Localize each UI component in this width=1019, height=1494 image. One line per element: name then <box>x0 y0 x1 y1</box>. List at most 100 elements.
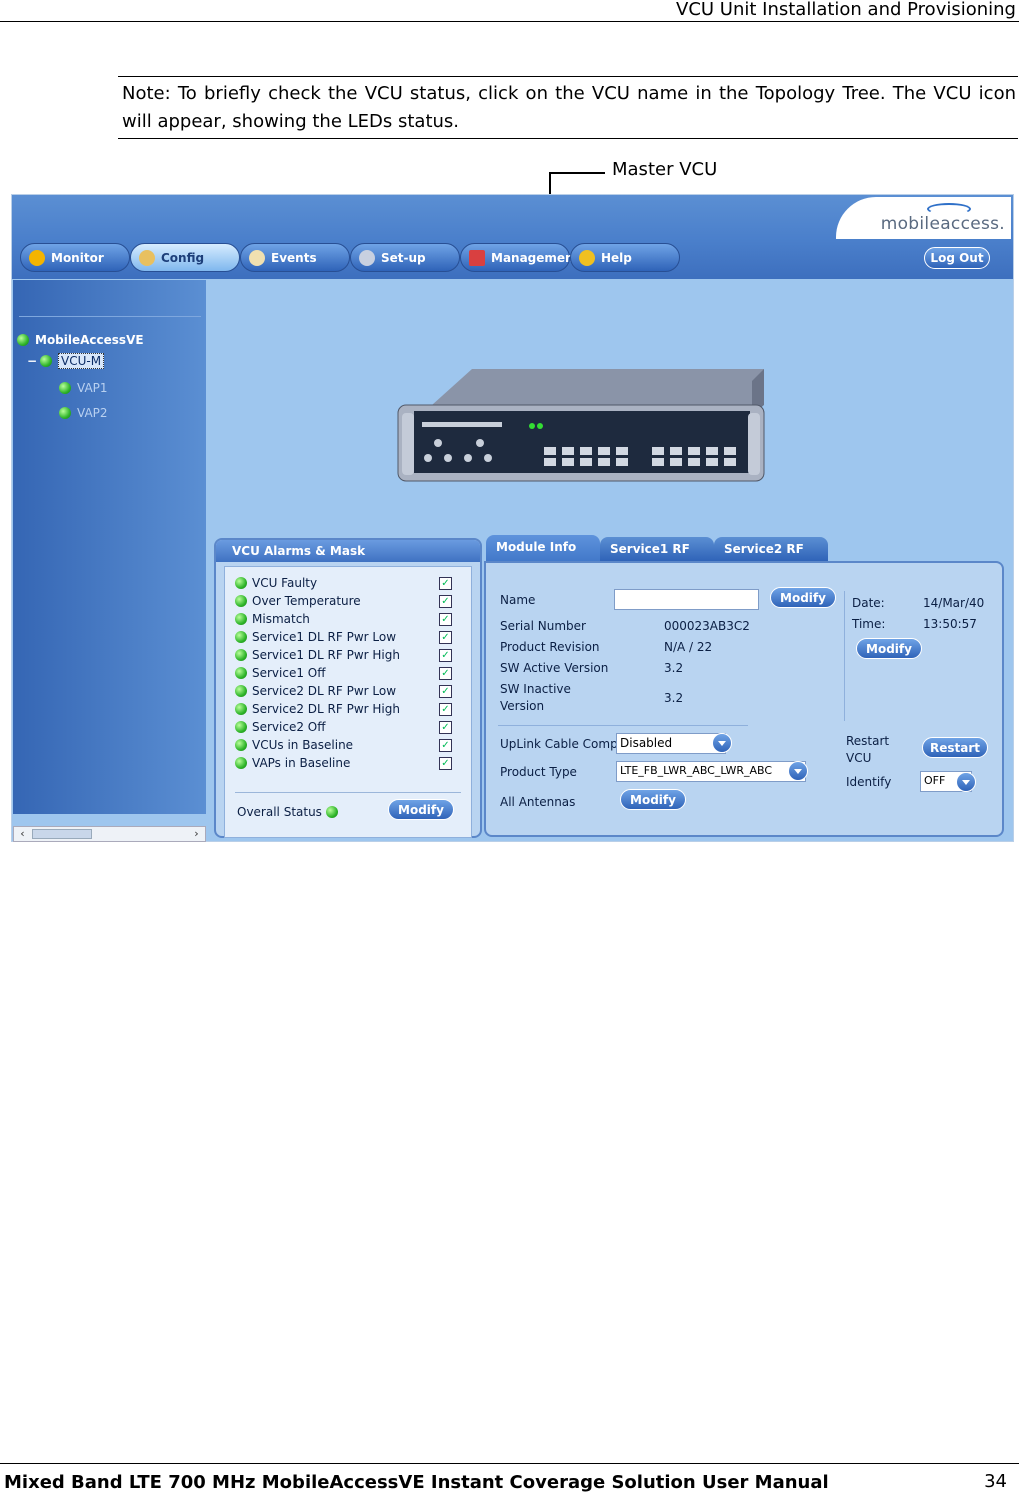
logout-button[interactable]: Log Out <box>924 247 990 269</box>
app-window: mobileaccess. Monitor Config Events Set-… <box>11 194 1014 842</box>
tab-service1-rf[interactable]: Service1 RF <box>600 537 714 561</box>
product-type-select[interactable]: LTE_FB_LWR_ABC_LWR_ABC <box>616 761 806 782</box>
mask-checkbox[interactable]: ✓ <box>439 667 452 680</box>
overall-status-label: Overall Status <box>237 805 322 819</box>
mask-checkbox[interactable]: ✓ <box>439 649 452 662</box>
status-led-icon <box>235 757 247 769</box>
page-footer: Mixed Band LTE 700 MHz MobileAccessVE In… <box>0 1463 1019 1494</box>
tree-root-label: MobileAccessVE <box>35 333 144 347</box>
tree-node-vcu-m[interactable]: − VCU-M <box>27 353 105 369</box>
tab-config[interactable]: Config <box>130 243 240 272</box>
chevron-down-icon[interactable] <box>956 772 976 792</box>
scroll-thumb[interactable] <box>32 829 92 839</box>
overall-status-led-icon <box>325 806 338 818</box>
tree-scrollbar[interactable]: ‹ › <box>13 826 206 842</box>
header-title: VCU Unit Installation and Provisioning <box>676 0 1016 20</box>
page-number: 34 <box>984 1471 1007 1492</box>
tree-node-vap2[interactable]: VAP2 <box>59 406 108 420</box>
horizontal-divider <box>498 725 748 726</box>
datetime-modify-button[interactable]: Modify <box>856 638 922 659</box>
status-led-icon <box>235 577 247 589</box>
product-type-label: Product Type <box>500 765 577 779</box>
uplink-select[interactable]: Disabled <box>616 733 726 754</box>
tab-service2-rf[interactable]: Service2 RF <box>714 537 828 561</box>
sw-inactive-value: 3.2 <box>664 691 684 705</box>
status-led-icon <box>40 355 52 367</box>
alarm-item: VCUs in Baseline <box>235 738 353 752</box>
status-led-icon <box>235 649 247 661</box>
alarms-modify-button[interactable]: Modify <box>388 799 454 820</box>
name-modify-button[interactable]: Modify <box>770 587 836 608</box>
tree-divider <box>19 316 201 317</box>
footer-title: Mixed Band LTE 700 MHz MobileAccessVE In… <box>4 1472 829 1493</box>
status-led-icon <box>59 407 71 419</box>
name-input[interactable] <box>614 589 759 610</box>
tab-events[interactable]: Events <box>240 243 350 272</box>
sw-inactive-label-2: Version <box>500 699 545 713</box>
status-led-icon <box>235 685 247 697</box>
tab-config-label: Config <box>161 251 205 265</box>
tab-help[interactable]: Help <box>570 243 680 272</box>
alarms-panel: VCU Alarms & Mask VCU Faulty ✓ Over Temp… <box>214 538 482 838</box>
setup-icon <box>359 250 375 266</box>
tree-node-vap1[interactable]: VAP1 <box>59 381 108 395</box>
tab-setup[interactable]: Set-up <box>350 243 460 272</box>
mask-checkbox[interactable]: ✓ <box>439 685 452 698</box>
topology-tree: MobileAccessVE − VCU-M VAP1 VAP2 <box>13 280 206 814</box>
tree-node-vap1-label: VAP1 <box>77 381 108 395</box>
alarm-item: Service2 Off <box>235 720 326 734</box>
alarm-item: Over Temperature <box>235 594 361 608</box>
note-box: Note: To briefly check the VCU status, c… <box>118 76 1018 139</box>
tab-management[interactable]: Management <box>460 243 579 272</box>
alarms-divider <box>235 792 461 793</box>
sw-active-label: SW Active Version <box>500 661 609 675</box>
alarm-item: VAPs in Baseline <box>235 756 350 770</box>
alarm-item: Service1 Off <box>235 666 326 680</box>
overall-status: Overall Status <box>237 805 338 819</box>
restart-button[interactable]: Restart <box>922 737 988 758</box>
tab-monitor[interactable]: Monitor <box>20 243 130 272</box>
mask-checkbox[interactable]: ✓ <box>439 703 452 716</box>
tab-module-info[interactable]: Module Info <box>486 535 600 563</box>
identify-label: Identify <box>846 775 892 789</box>
alarm-item: Mismatch <box>235 612 310 626</box>
status-led-icon <box>235 631 247 643</box>
mask-checkbox[interactable]: ✓ <box>439 721 452 734</box>
alarms-list: VCU Faulty ✓ Over Temperature ✓ Mismatch… <box>224 566 472 838</box>
note-text: Note: To briefly check the VCU status, c… <box>122 83 1016 132</box>
tab-management-label: Management <box>491 251 580 265</box>
tab-events-label: Events <box>271 251 317 265</box>
brand-logo: mobileaccess. <box>836 197 1011 239</box>
top-bar: mobileaccess. Monitor Config Events Set-… <box>12 195 1013 279</box>
status-led-icon <box>235 667 247 679</box>
chevron-down-icon[interactable] <box>712 733 732 753</box>
revision-label: Product Revision <box>500 640 600 654</box>
tab-monitor-label: Monitor <box>51 251 104 265</box>
vertical-divider <box>844 591 845 721</box>
status-led-icon <box>235 739 247 751</box>
alarm-item: Service2 DL RF Pwr Low <box>235 684 396 698</box>
alarm-item: VCU Faulty <box>235 576 317 590</box>
antennas-label: All Antennas <box>500 795 576 809</box>
tab-help-label: Help <box>601 251 632 265</box>
alarm-item: Service2 DL RF Pwr High <box>235 702 400 716</box>
mask-checkbox[interactable]: ✓ <box>439 739 452 752</box>
name-label: Name <box>500 593 536 607</box>
tree-root[interactable]: MobileAccessVE <box>17 333 144 347</box>
tree-node-vcu-m-label: VCU-M <box>58 353 105 369</box>
scroll-right-icon[interactable]: › <box>189 827 204 841</box>
mask-checkbox[interactable]: ✓ <box>439 631 452 644</box>
antennas-modify-button[interactable]: Modify <box>620 789 686 810</box>
mask-checkbox[interactable]: ✓ <box>439 613 452 626</box>
uplink-label: UpLink Cable Comp. <box>500 737 622 751</box>
mask-checkbox[interactable]: ✓ <box>439 757 452 770</box>
collapse-icon[interactable]: − <box>27 354 37 368</box>
restart-label: Restart <box>846 734 890 748</box>
mask-checkbox[interactable]: ✓ <box>439 577 452 590</box>
sw-inactive-label: SW Inactive <box>500 682 571 696</box>
callout-label: Master VCU <box>612 159 718 180</box>
scroll-left-icon[interactable]: ‹ <box>15 827 30 841</box>
module-panel: Module Info Service1 RF Service2 RF Name… <box>484 535 1006 838</box>
mask-checkbox[interactable]: ✓ <box>439 595 452 608</box>
chevron-down-icon[interactable] <box>788 761 808 781</box>
